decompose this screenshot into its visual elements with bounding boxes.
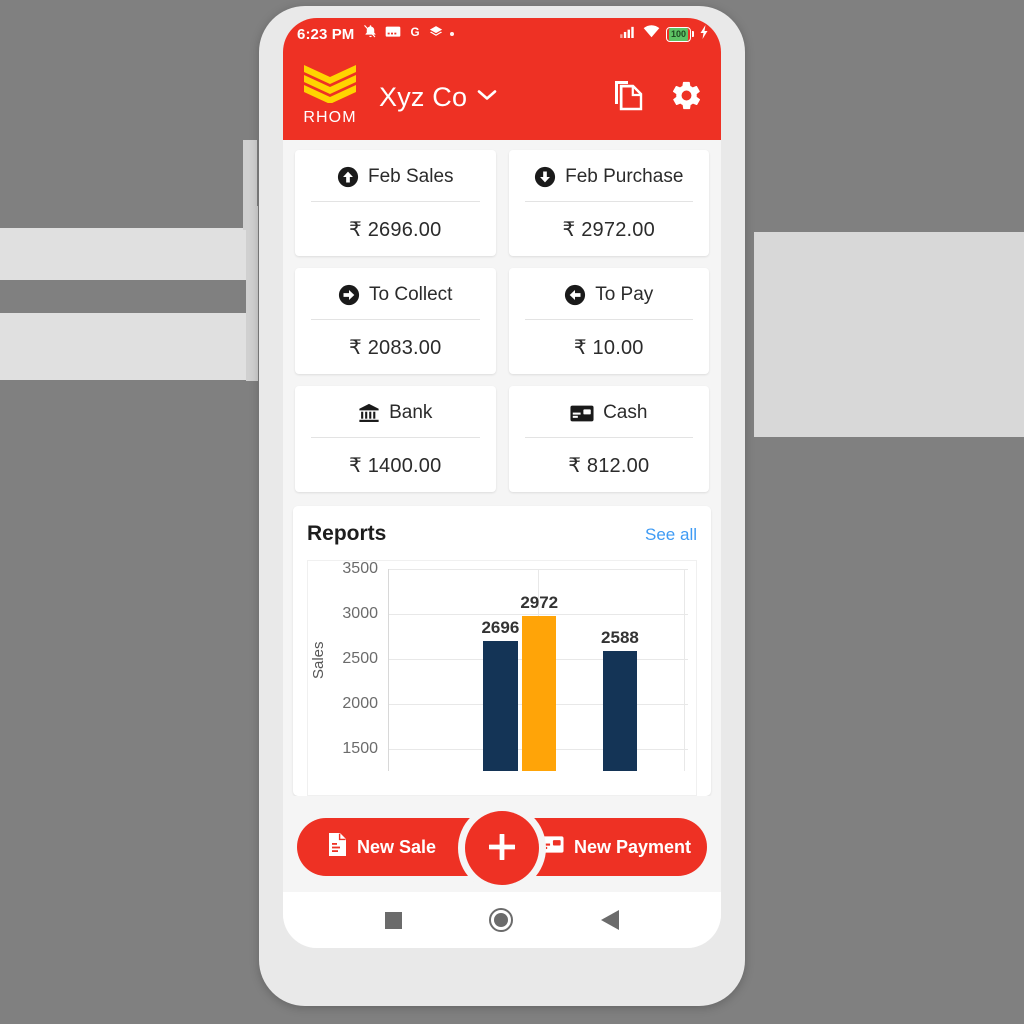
tile-value: ₹ 2696.00 — [349, 219, 442, 241]
reports-title: Reports — [307, 522, 387, 545]
tile-label: Bank — [389, 402, 433, 423]
metric-tiles-grid: Feb Sales ₹ 2696.00 Feb Purchase ₹ 2972.… — [283, 140, 721, 492]
tile-header: To Collect — [305, 284, 486, 319]
chart-plot-area: 2696 2972 2588 — [388, 569, 688, 771]
chart-bar-value-label: 2588 — [601, 627, 639, 647]
tile-label: Cash — [603, 402, 648, 423]
home-circle-icon[interactable] — [483, 902, 519, 938]
bank-icon — [358, 402, 380, 424]
new-sale-label: New Sale — [357, 836, 437, 857]
cash-card-icon — [570, 404, 594, 423]
chart-inner: Sales 1500 2000 2500 3000 3500 2696 2972 2588 — [308, 561, 696, 795]
battery-level-label: 100 — [668, 27, 688, 41]
tile-cash[interactable]: Cash ₹ 812.00 — [508, 386, 709, 492]
tile-value: ₹ 10.00 — [573, 337, 644, 359]
tile-value: ₹ 812.00 — [568, 455, 650, 477]
chart-y-axis-ticks: 1500 2000 2500 3000 3500 — [332, 561, 384, 771]
google-icon: G — [408, 25, 422, 44]
app-bar: RHOM Xyz Co — [283, 50, 721, 140]
app-bar-actions — [614, 79, 703, 112]
chart-bar-value-label: 2972 — [520, 593, 559, 613]
settings-gear-icon[interactable] — [670, 79, 703, 112]
new-payment-label: New Payment — [573, 836, 691, 857]
phone-device-frame: 6:23 PM G 100 RHOM Xyz Co Feb Sales ₹ 26… — [259, 6, 745, 1006]
invoice-icon — [327, 833, 347, 861]
tile-feb-sales[interactable]: Feb Sales ₹ 2696.00 — [295, 150, 496, 256]
chart-bar — [522, 616, 557, 771]
arrow-down-circle-icon — [534, 166, 556, 188]
tile-feb-purchase[interactable]: Feb Purchase ₹ 2972.00 — [508, 150, 709, 256]
background-panel-left-lower — [0, 313, 258, 380]
add-fab-button[interactable] — [465, 811, 539, 885]
plus-icon — [484, 829, 520, 868]
charging-bolt-icon — [700, 24, 709, 44]
chart-y-tick-label: 3000 — [342, 604, 378, 622]
phone-screen: 6:23 PM G 100 RHOM Xyz Co Feb Sales ₹ 26… — [283, 18, 721, 948]
status-bar-time: 6:23 PM — [297, 25, 355, 43]
svg-text:G: G — [411, 26, 420, 39]
tile-bank[interactable]: Bank ₹ 1400.00 — [295, 386, 496, 492]
chart-y-tick-label: 2000 — [342, 694, 378, 712]
chart-y-tick-label: 1500 — [342, 739, 378, 757]
bell-muted-icon — [363, 24, 378, 44]
tile-header: Bank — [305, 402, 486, 437]
arrow-right-circle-icon — [338, 284, 360, 306]
chevron-down-icon — [476, 78, 498, 109]
chart-y-tick-label: 2500 — [342, 649, 378, 667]
tile-header: Cash — [519, 402, 700, 437]
reports-card: Reports See all Sales 1500 2000 2500 3000 35… — [293, 506, 711, 796]
background-panel-right — [754, 232, 1024, 437]
tile-header: Feb Purchase — [519, 166, 700, 201]
dot-icon — [450, 32, 455, 36]
background-strip-left-b — [246, 206, 258, 381]
status-bar-system-icons: 100 — [620, 24, 709, 44]
tile-header: Feb Sales — [305, 166, 486, 201]
chart-y-tick-label: 3500 — [342, 560, 378, 577]
tile-label: Feb Purchase — [565, 166, 684, 187]
back-triangle-icon[interactable] — [595, 904, 625, 936]
company-selector[interactable]: Xyz Co — [379, 78, 498, 113]
reports-header: Reports See all — [307, 522, 697, 560]
chart-y-axis-title: Sales — [310, 641, 327, 679]
chart-bar — [602, 650, 638, 771]
tile-label: To Pay — [595, 284, 654, 305]
rhom-wordmark: RHOM — [303, 109, 357, 126]
rhom-chevrons-icon — [302, 63, 358, 108]
tile-value: ₹ 2972.00 — [562, 219, 655, 241]
screenshot-canvas: 6:23 PM G 100 RHOM Xyz Co Feb Sales ₹ 26… — [0, 0, 1024, 1024]
tile-label: To Collect — [369, 284, 453, 305]
tile-header: To Pay — [519, 284, 700, 319]
tile-to-pay[interactable]: To Pay ₹ 10.00 — [508, 268, 709, 374]
chart-bar — [483, 641, 518, 771]
see-all-link[interactable]: See all — [645, 525, 697, 545]
sales-bar-chart: Sales 1500 2000 2500 3000 3500 2696 2972 2588 — [307, 560, 697, 796]
layers-icon — [429, 25, 443, 44]
documents-icon[interactable] — [614, 79, 644, 111]
wifi-icon — [643, 25, 660, 43]
dashboard-content: Feb Sales ₹ 2696.00 Feb Purchase ₹ 2972.… — [283, 140, 721, 948]
app-logo: RHOM — [299, 63, 361, 127]
tile-label: Feb Sales — [367, 166, 454, 187]
arrow-up-circle-icon — [337, 166, 359, 188]
chart-vertical-gridline — [683, 569, 685, 771]
background-panel-left-upper — [0, 228, 258, 280]
status-bar-notification-icons: G — [363, 24, 455, 44]
signal-icon — [620, 25, 637, 43]
tile-to-collect[interactable]: To Collect ₹ 2083.00 — [295, 268, 496, 374]
tile-value: ₹ 1400.00 — [349, 455, 442, 477]
recents-square-icon[interactable] — [379, 906, 408, 935]
battery-icon: 100 — [665, 26, 694, 42]
android-navigation-bar — [283, 892, 721, 948]
tile-value: ₹ 2083.00 — [349, 337, 442, 359]
message-icon — [385, 25, 401, 44]
fab-container — [458, 804, 546, 892]
status-bar: 6:23 PM G 100 — [283, 18, 721, 50]
company-name: Xyz Co — [379, 81, 468, 112]
arrow-left-circle-icon — [564, 284, 586, 306]
bottom-action-bar: New Sale New Payment — [283, 796, 721, 892]
